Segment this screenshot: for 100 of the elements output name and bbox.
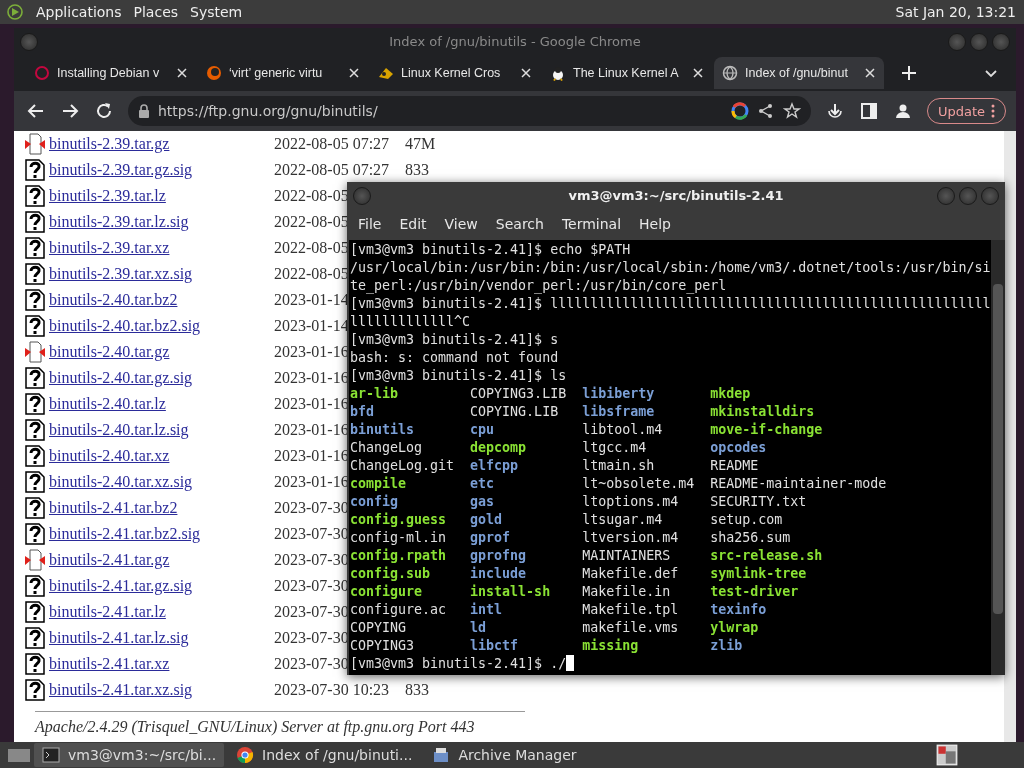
menu-item[interactable]: Search	[488, 216, 551, 232]
unknown-file-icon	[25, 523, 45, 545]
menu-item[interactable]: Help	[632, 216, 678, 232]
menu-item[interactable]: Terminal	[554, 216, 629, 232]
close-icon[interactable]	[864, 67, 876, 79]
workspace-icon[interactable]	[936, 744, 958, 766]
file-entry: lt~obsolete.m4	[582, 476, 695, 491]
close-icon[interactable]	[692, 67, 704, 79]
file-entry: README-maintainer-mode	[710, 476, 887, 491]
file-date: 2023-01-14	[274, 317, 349, 334]
file-size: 833	[405, 681, 429, 699]
file-link[interactable]: binutils-2.39.tar.xz.sig	[49, 265, 274, 283]
file-date: 2023-01-16	[274, 343, 349, 360]
file-link[interactable]: binutils-2.40.tar.gz	[49, 343, 274, 361]
terminal-line: bash: s: command not found	[350, 350, 559, 365]
google-icon[interactable]	[730, 102, 749, 120]
file-link[interactable]: binutils-2.39.tar.lz	[49, 187, 274, 205]
browser-tab[interactable]: The Linux Kernel A	[542, 57, 712, 89]
close-icon[interactable]	[176, 67, 188, 79]
taskbar-button[interactable]: Archive Manager	[424, 743, 585, 767]
file-entry: makefile.vms	[582, 620, 679, 635]
file-link[interactable]: binutils-2.41.tar.gz.sig	[49, 577, 274, 595]
file-entry: ltmain.sh	[582, 458, 655, 473]
file-link[interactable]: binutils-2.40.tar.bz2.sig	[49, 317, 274, 335]
file-entry: libctf	[470, 638, 519, 653]
file-link[interactable]: binutils-2.41.tar.xz.sig	[49, 681, 274, 699]
terminal-line: [vm3@vm3 binutils-2.41]$ ls	[350, 368, 567, 383]
file-link[interactable]: binutils-2.41.tar.lz	[49, 603, 274, 621]
file-link[interactable]: binutils-2.41.tar.bz2.sig	[49, 525, 274, 543]
file-date: 2023-01-16	[274, 447, 349, 464]
file-entry: libsframe	[582, 404, 655, 419]
file-link[interactable]: binutils-2.39.tar.lz.sig	[49, 213, 274, 231]
file-entry: depcomp	[470, 440, 527, 455]
terminal-line: /usr/local/bin:/usr/bin:/bin:/usr/local/sbin:/home/vm3/.dotnet/tools:/usr/bin/si	[350, 260, 991, 275]
panel-menu[interactable]: Applications	[36, 4, 122, 20]
taskbar-button[interactable]: Index of /gnu/binuti...	[228, 743, 421, 767]
new-tab-icon[interactable]	[900, 64, 918, 82]
file-link[interactable]: binutils-2.41.tar.bz2	[49, 499, 274, 517]
unknown-file-icon	[25, 497, 45, 519]
clock[interactable]: Sat Jan 20, 13:21	[895, 4, 1016, 20]
unknown-file-icon	[25, 419, 45, 441]
file-link[interactable]: binutils-2.41.tar.gz	[49, 551, 274, 569]
side-panel-icon[interactable]	[858, 101, 879, 121]
close-icon[interactable]	[348, 67, 360, 79]
unknown-file-icon	[25, 627, 45, 649]
file-link[interactable]: binutils-2.40.tar.lz.sig	[49, 421, 274, 439]
file-entry: COPYING.LIB	[470, 404, 559, 419]
file-link[interactable]: binutils-2.41.tar.lz.sig	[49, 629, 274, 647]
file-entry: missing	[582, 638, 639, 653]
file-link[interactable]: binutils-2.39.tar.gz.sig	[49, 161, 274, 179]
file-size: 47M	[405, 135, 436, 153]
file-entry: README	[710, 458, 759, 473]
menu-item[interactable]: Edit	[392, 216, 434, 232]
archive-file-icon	[25, 341, 45, 363]
file-entry: MAINTAINERS	[582, 548, 671, 563]
file-date: 2023-07-30	[274, 655, 349, 672]
address-bar[interactable]: https://ftp.gnu.org/gnu/binutils/	[128, 96, 811, 126]
file-link[interactable]: binutils-2.39.tar.gz	[49, 135, 274, 153]
chrome-icon	[236, 746, 255, 764]
file-entry: mkdep	[710, 386, 751, 401]
panel-menu[interactable]: Places	[133, 4, 179, 20]
file-date: 2022-08-05 07:27	[274, 135, 390, 152]
close-icon[interactable]	[520, 67, 532, 79]
file-entry: symlink-tree	[710, 566, 807, 581]
file-entry: setup.com	[710, 512, 783, 527]
browser-tab[interactable]: ‘virt’ generic virtu	[198, 57, 368, 89]
file-link[interactable]: binutils-2.41.tar.xz	[49, 655, 274, 673]
file-entry: gprof	[470, 530, 511, 545]
browser-tab[interactable]: Installing Debian v	[26, 57, 196, 89]
server-signature: Apache/2.4.29 (Trisquel_GNU/Linux) Server at ftp.gnu.org Port 443	[35, 718, 476, 736]
file-link[interactable]: binutils-2.40.tar.gz.sig	[49, 369, 274, 387]
more-icon[interactable]	[991, 104, 995, 118]
panel-menu[interactable]: System	[190, 4, 243, 20]
file-link[interactable]: binutils-2.40.tar.lz	[49, 395, 274, 413]
file-entry: ChangeLog.git	[350, 458, 455, 473]
unknown-file-icon	[25, 653, 45, 675]
file-link[interactable]: binutils-2.40.tar.xz.sig	[49, 473, 274, 491]
share-icon[interactable]	[756, 102, 775, 120]
window-title: vm3@vm3:~/src/binutils-2.41	[568, 187, 784, 203]
file-link[interactable]: binutils-2.40.tar.xz	[49, 447, 274, 465]
star-icon[interactable]	[782, 102, 801, 120]
menu-item[interactable]: File	[351, 216, 389, 232]
file-entry: etc	[470, 476, 495, 491]
unknown-file-icon	[25, 393, 45, 415]
distro-logo-icon[interactable]	[6, 3, 24, 21]
browser-tab[interactable]: Linux Kernel Cros	[370, 57, 540, 89]
file-entry: move-if-change	[710, 422, 823, 437]
scrollbar[interactable]	[991, 240, 1005, 675]
menu-item[interactable]: View	[437, 216, 485, 232]
browser-tab[interactable]: Index of /gnu/binut	[714, 57, 884, 89]
file-link[interactable]: binutils-2.39.tar.xz	[49, 239, 274, 257]
file-link[interactable]: binutils-2.40.tar.bz2	[49, 291, 274, 309]
unknown-file-icon	[25, 289, 45, 311]
favicon-icon	[378, 65, 394, 81]
file-date: 2022-08-05 07:27	[274, 161, 390, 178]
reload-icon[interactable]	[94, 101, 114, 121]
file-date: 2023-07-30	[274, 577, 349, 594]
terminal-line: [vm3@vm3 binutils-2.41]$ lllllllllllllllllllllllllllllllllllllllllllllllllllllll	[350, 296, 991, 311]
file-entry: Makefile.in	[582, 584, 671, 599]
taskbar-button[interactable]: vm3@vm3:~/src/bi...	[34, 743, 225, 767]
